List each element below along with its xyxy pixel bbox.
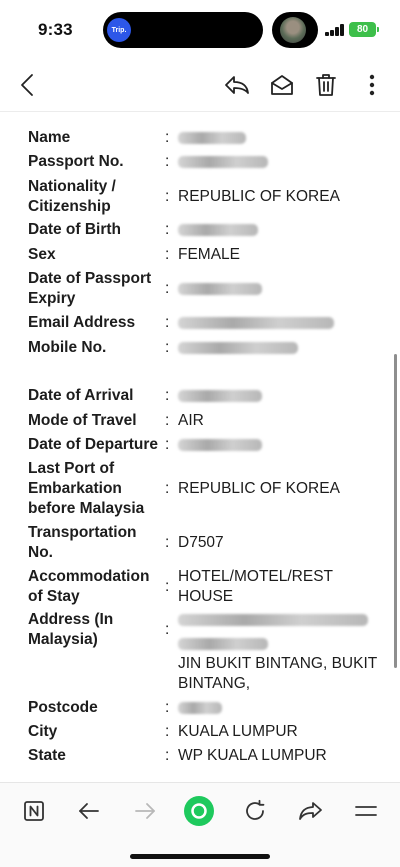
field-label: Date of Arrival — [28, 387, 134, 404]
reload-button[interactable] — [237, 793, 273, 829]
field-label: Date of Birth — [28, 221, 121, 238]
live-activity-thumbnail — [280, 17, 306, 43]
field-colon: : — [165, 747, 170, 764]
field-label: Name — [28, 129, 71, 146]
arrow-right-icon — [135, 803, 155, 819]
field-label: Date of Passport Expiry — [28, 270, 152, 307]
dynamic-island-camera — [272, 12, 318, 48]
field-colon: : — [165, 314, 170, 331]
field-label: Mode of Travel — [28, 412, 137, 429]
field-colon: : — [165, 387, 170, 404]
field-value-redacted — [178, 338, 378, 358]
field-value: REPUBLIC OF KOREA — [178, 480, 340, 497]
mark-unread-button[interactable] — [267, 70, 297, 100]
mail-body[interactable]: Name : Passport No. : Nationality / Citi… — [0, 112, 400, 782]
field-label: State — [28, 747, 66, 764]
field-value-redacted — [178, 698, 378, 718]
field-colon: : — [165, 723, 170, 740]
field-value-redacted — [178, 386, 378, 406]
field-label: Passport No. — [28, 153, 124, 170]
field-value-redacted — [178, 279, 378, 299]
browser-bottom-bar — [0, 782, 400, 867]
field-value-line2: JIN BUKIT BINTANG, BUKIT BINTANG, — [178, 655, 377, 692]
field-value-redacted — [178, 220, 378, 240]
field-colon: : — [165, 153, 170, 170]
field-colon: : — [165, 221, 170, 238]
signal-icon — [325, 24, 345, 36]
field-colon: : — [165, 280, 170, 297]
trip-app-icon: Trip. — [107, 18, 131, 42]
field-value: D7507 — [178, 534, 224, 551]
status-bar: 9:33 Trip. 80 — [0, 0, 400, 58]
status-time: 9:33 — [38, 20, 73, 39]
field-colon: : — [165, 534, 170, 551]
delete-button[interactable] — [311, 70, 341, 100]
field-value: FEMALE — [178, 246, 241, 263]
field-label: Address (In Malaysia) — [28, 611, 114, 648]
field-label: Postcode — [28, 699, 98, 716]
back-nav-button[interactable] — [71, 793, 107, 829]
field-colon: : — [165, 621, 170, 638]
naver-button[interactable] — [16, 793, 52, 829]
field-value-redacted — [178, 313, 378, 333]
field-label: City — [28, 723, 58, 740]
menu-icon — [355, 806, 377, 816]
mail-toolbar — [0, 58, 400, 112]
scroll-indicator[interactable] — [394, 354, 397, 668]
field-value: WP KUALA LUMPUR — [178, 747, 327, 764]
field-colon: : — [165, 578, 170, 595]
field-label: Nationality / Citizenship — [28, 178, 116, 215]
trash-icon — [316, 74, 336, 96]
field-value-redacted — [178, 435, 378, 455]
home-indicator[interactable] — [130, 854, 270, 859]
battery-icon: 80 — [349, 22, 376, 37]
field-label: Mobile No. — [28, 339, 107, 356]
field-label: Transportation No. — [28, 524, 137, 561]
more-vertical-icon — [369, 74, 375, 96]
field-value: HOTEL/MOTEL/REST HOUSE — [178, 568, 333, 605]
forward-nav-button[interactable] — [127, 793, 163, 829]
field-colon: : — [165, 480, 170, 497]
field-label: Last Port of Embarkation before Malaysia — [28, 460, 145, 517]
envelope-open-icon — [271, 75, 293, 95]
chevron-left-icon — [21, 74, 33, 96]
field-colon: : — [165, 339, 170, 356]
home-button[interactable] — [181, 793, 217, 829]
back-button[interactable] — [13, 70, 43, 100]
field-value-redacted — [178, 128, 378, 148]
arrow-left-icon — [79, 803, 99, 819]
battery-tip — [377, 27, 379, 32]
field-colon: : — [165, 436, 170, 453]
field-colon: : — [165, 188, 170, 205]
field-colon: : — [165, 246, 170, 263]
reply-button[interactable] — [222, 70, 252, 100]
naver-n-icon — [24, 801, 44, 821]
field-value: AIR — [178, 412, 204, 429]
field-colon: : — [165, 129, 170, 146]
reload-icon — [246, 799, 265, 820]
field-colon: : — [165, 699, 170, 716]
battery-level: 80 — [356, 24, 369, 35]
field-value-redacted — [178, 610, 378, 650]
share-button[interactable] — [293, 793, 329, 829]
field-value-redacted — [178, 152, 378, 172]
field-label: Date of Departure — [28, 436, 159, 453]
field-value: KUALA LUMPUR — [178, 723, 298, 740]
menu-button[interactable] — [348, 793, 384, 829]
share-icon — [299, 802, 322, 820]
field-label: Accommodation of Stay — [28, 568, 150, 605]
field-label: Sex — [28, 246, 56, 263]
more-button[interactable] — [357, 70, 387, 100]
dynamic-island[interactable]: Trip. — [103, 12, 263, 48]
field-label: Email Address — [28, 314, 136, 331]
field-value: REPUBLIC OF KOREA — [178, 188, 340, 205]
home-circle-icon — [184, 796, 214, 826]
reply-icon — [225, 76, 249, 94]
field-colon: : — [165, 412, 170, 429]
